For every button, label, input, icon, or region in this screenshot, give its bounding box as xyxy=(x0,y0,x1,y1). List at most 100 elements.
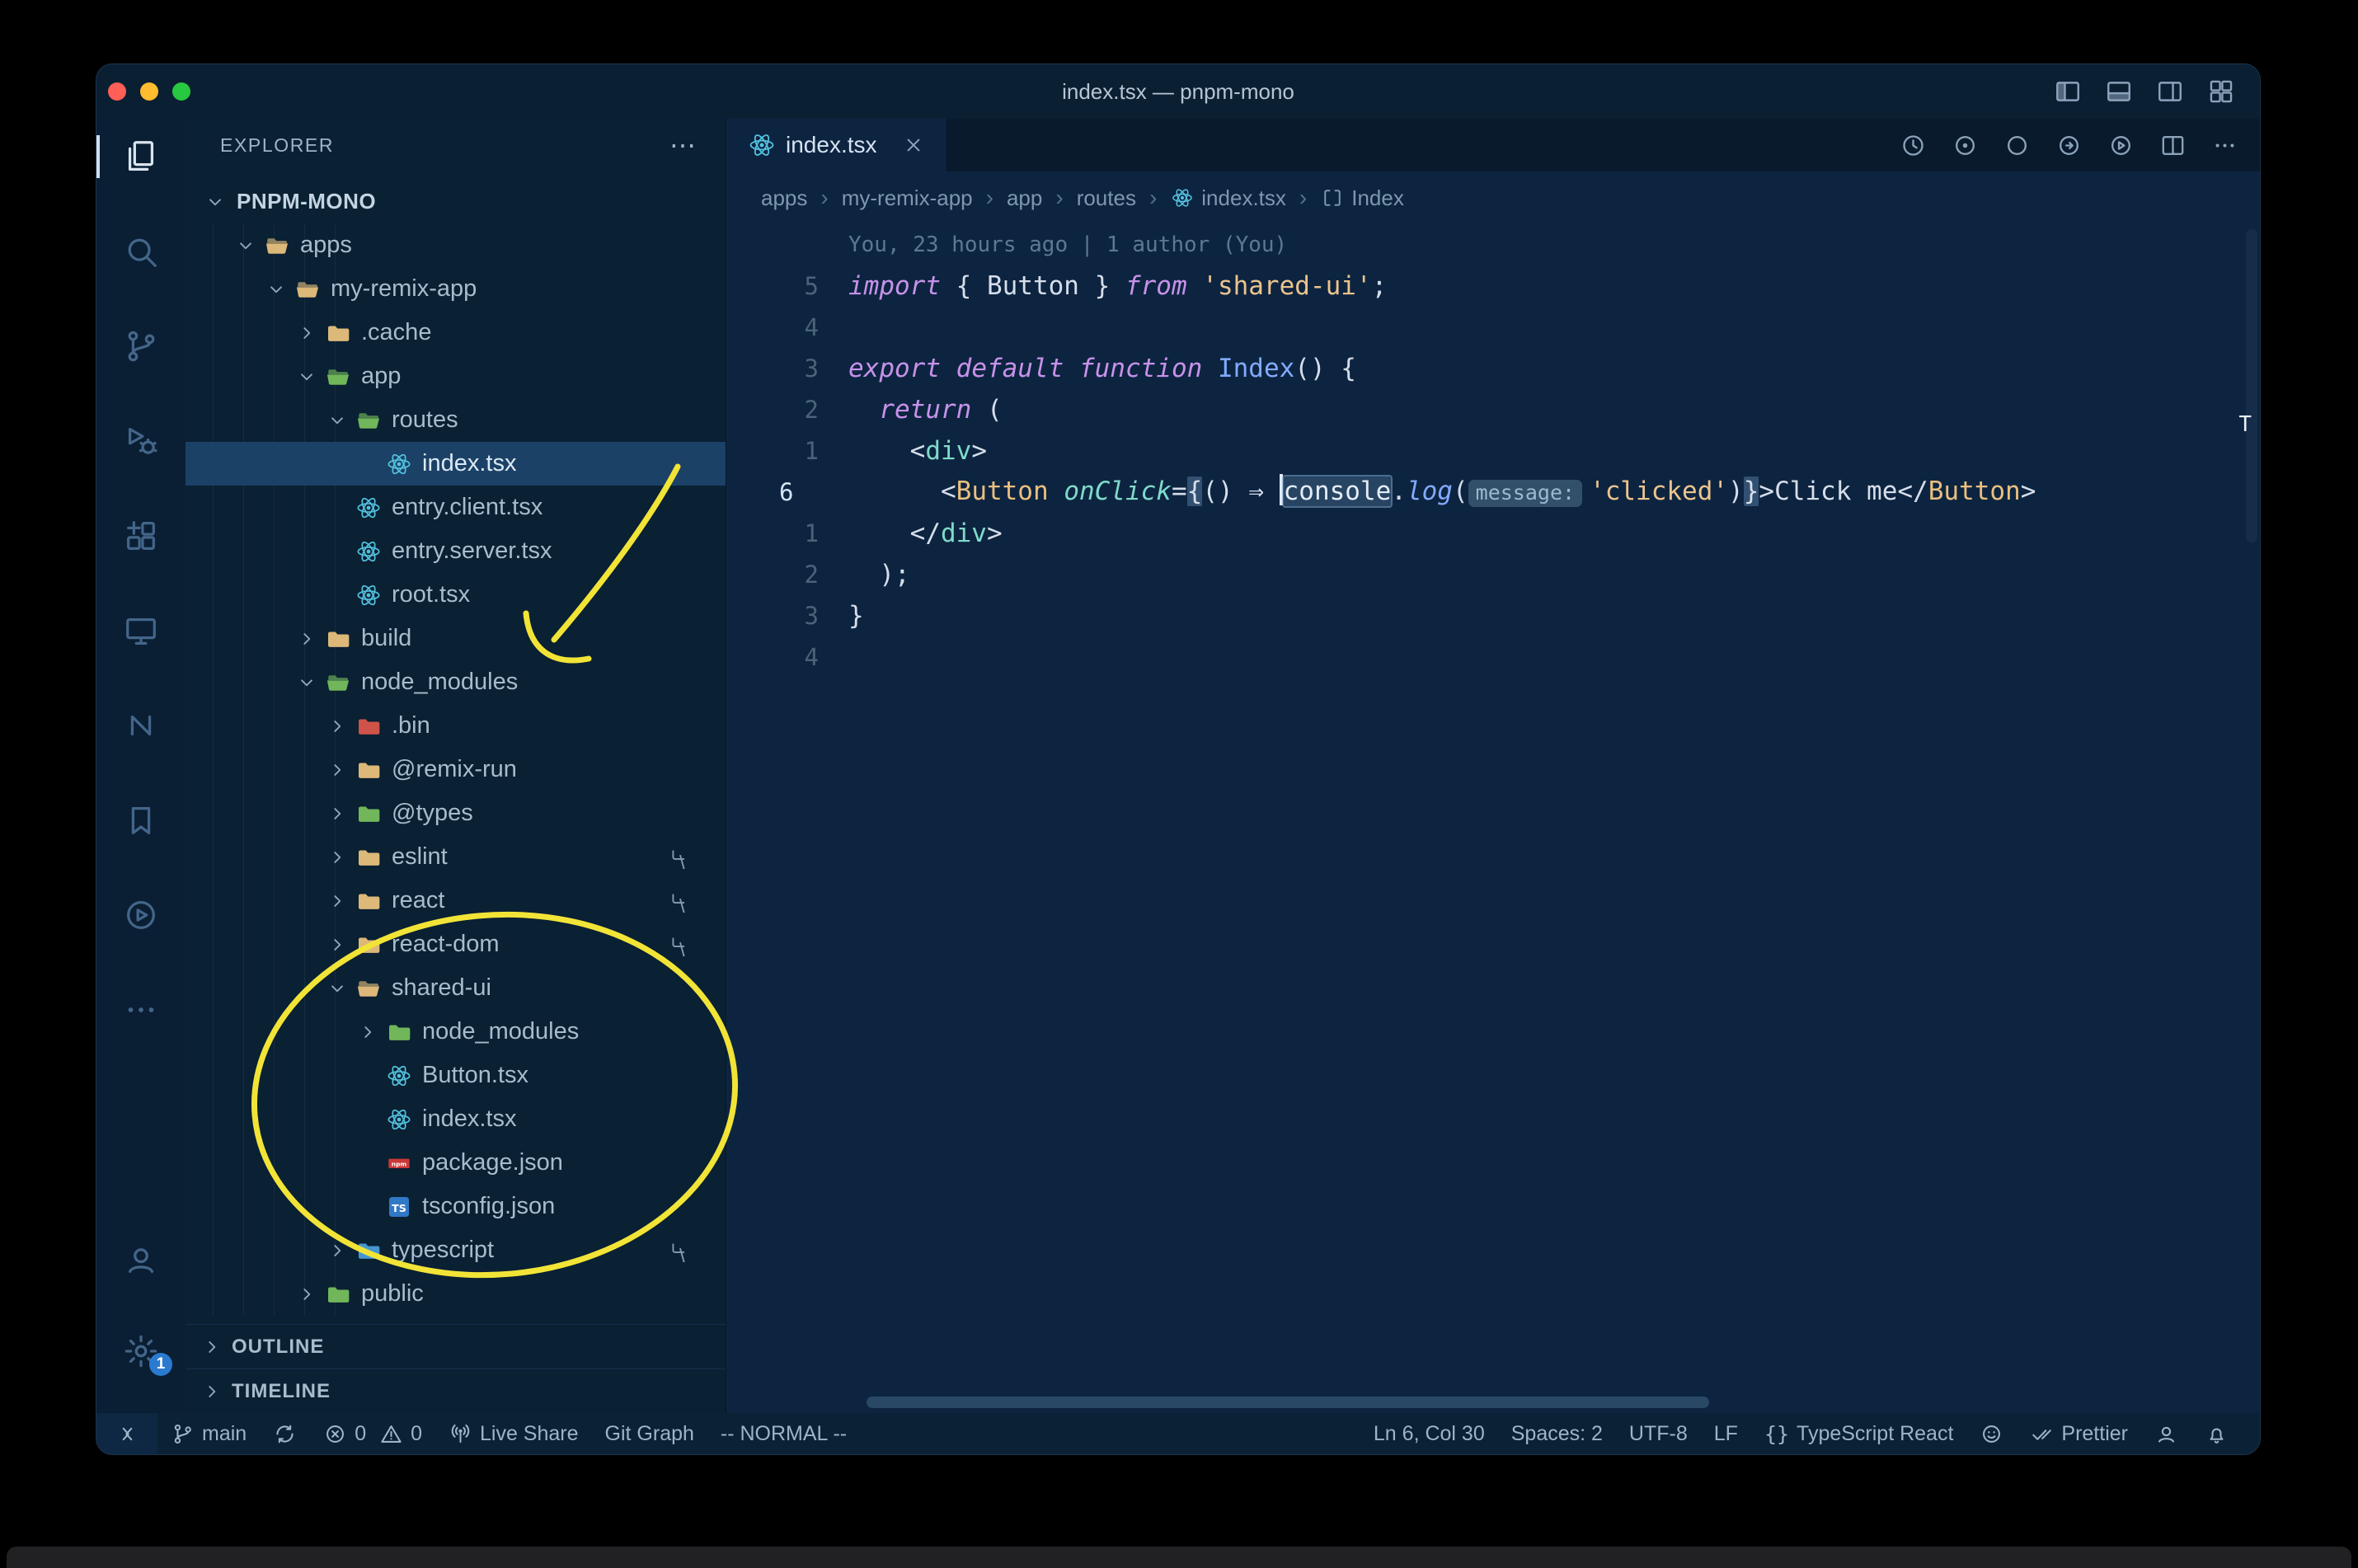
explorer-more-actions-icon[interactable]: ⋯ xyxy=(669,129,698,161)
tree-item-shared-ui[interactable]: shared-ui xyxy=(186,966,726,1010)
tree-item-react-dom[interactable]: react-dom xyxy=(186,922,726,966)
status-live-share[interactable]: Live Share xyxy=(435,1413,592,1454)
breadcrumb-apps[interactable]: apps xyxy=(761,185,807,211)
split-editor-icon[interactable] xyxy=(2159,132,2187,159)
horizontal-scrollbar[interactable] xyxy=(867,1397,1709,1408)
tree-item-remix-run[interactable]: @remix-run xyxy=(186,748,726,791)
status-indentation[interactable]: Spaces: 2 xyxy=(1498,1413,1616,1454)
breadcrumb-app[interactable]: app xyxy=(1007,185,1042,211)
timeline-section[interactable]: TIMELINE xyxy=(186,1368,726,1413)
tree-item-eslint[interactable]: eslint xyxy=(186,835,726,879)
outline-section[interactable]: OUTLINE xyxy=(186,1324,726,1368)
titlebar: index.tsx — pnpm-mono xyxy=(96,64,2260,119)
more-actions-icon[interactable] xyxy=(2211,132,2238,159)
code-editor[interactable]: You, 23 hours ago | 1 author (You) 5 impo… xyxy=(726,224,2260,1413)
tree-item-label: Button.tsx xyxy=(422,1062,528,1088)
tree-item-root-tsx[interactable]: root.tsx xyxy=(186,573,726,617)
activity-source-control-button[interactable] xyxy=(96,320,186,373)
line-number: 4 xyxy=(804,313,819,341)
zoom-window-button[interactable] xyxy=(172,82,190,101)
close-window-button[interactable] xyxy=(108,82,126,101)
status-errors[interactable]: 0 xyxy=(310,1413,379,1454)
breadcrumb-index[interactable]: Index xyxy=(1320,184,1404,212)
status-git-branch[interactable]: main xyxy=(157,1413,260,1454)
toggle-primary-sidebar-icon[interactable] xyxy=(2054,77,2082,106)
status-warnings[interactable]: 0 xyxy=(379,1413,435,1454)
vertical-scrollbar[interactable] xyxy=(2246,229,2257,542)
open-changes-icon[interactable] xyxy=(2055,132,2083,159)
tree-item-bin[interactable]: .bin xyxy=(186,704,726,748)
status-prettier[interactable]: Prettier xyxy=(2017,1413,2141,1454)
tree-item-cache[interactable]: .cache xyxy=(186,311,726,354)
close-tab-icon[interactable] xyxy=(902,134,925,157)
tree-item-index-tsx[interactable]: index.tsx xyxy=(186,442,726,486)
activity-accounts-button[interactable] xyxy=(96,1233,186,1286)
tree-item-pnpm-mono[interactable]: PNPM-MONO xyxy=(186,180,726,223)
tab-index-tsx[interactable]: index.tsx xyxy=(726,119,947,171)
code-line: 2 return ( xyxy=(726,389,2260,430)
toggle-panel-icon[interactable] xyxy=(2105,77,2133,106)
breadcrumb-index-tsx[interactable]: index.tsx xyxy=(1170,184,1286,212)
activity-bookmarks-button[interactable] xyxy=(96,794,186,847)
tree-item-entry-client-tsx[interactable]: entry.client.tsx xyxy=(186,486,726,529)
code-line: 6 <Button onClick={() ⇒ console.log(mess… xyxy=(726,472,2260,513)
tree-item-apps[interactable]: apps xyxy=(186,223,726,267)
activity-remote-explorer-button[interactable] xyxy=(96,604,186,657)
tree-item-index-tsx[interactable]: index.tsx xyxy=(186,1097,726,1141)
activity-live-share-button[interactable] xyxy=(96,889,186,941)
activity-nx-console-button[interactable] xyxy=(96,699,186,752)
status-git-graph[interactable]: Git Graph xyxy=(592,1413,707,1454)
status-cursor-position[interactable]: Ln 6, Col 30 xyxy=(1360,1413,1498,1454)
debug-icon xyxy=(122,422,160,460)
status-remote-indicator[interactable] xyxy=(96,1413,157,1454)
local-history-icon[interactable] xyxy=(1900,132,1927,159)
gitlens-annotate-icon[interactable] xyxy=(1952,132,1979,159)
status-remote-feedback[interactable] xyxy=(2141,1413,2191,1454)
activity-run-debug-button[interactable] xyxy=(96,415,186,467)
folder-icon xyxy=(352,406,385,434)
status-vim-mode[interactable]: -- NORMAL -- xyxy=(707,1413,860,1454)
explorer-title: EXPLORER xyxy=(220,134,335,156)
folder-icon xyxy=(322,669,355,697)
branch-icon xyxy=(171,1422,195,1446)
breadcrumb-routes[interactable]: routes xyxy=(1077,185,1136,211)
toggle-secondary-sidebar-icon[interactable] xyxy=(2156,77,2184,106)
status-tweet-feedback[interactable] xyxy=(1966,1413,2017,1454)
chevron-down-icon xyxy=(292,669,322,696)
monitor-icon xyxy=(122,612,160,650)
editor-actions xyxy=(1900,119,2260,171)
tree-item-react[interactable]: react xyxy=(186,879,726,922)
customize-layout-icon[interactable] xyxy=(2207,77,2235,106)
activity-search-button[interactable] xyxy=(96,225,186,278)
tree-item-build[interactable]: build xyxy=(186,617,726,660)
settings-badge: 1 xyxy=(149,1353,172,1376)
tree-item-package-json[interactable]: npm package.json xyxy=(186,1141,726,1185)
status-language-mode[interactable]: {} TypeScript React xyxy=(1751,1413,1966,1454)
tree-item-typescript[interactable]: typescript xyxy=(186,1228,726,1272)
tree-item-app[interactable]: app xyxy=(186,354,726,398)
breadcrumb-my-remix-app[interactable]: my-remix-app xyxy=(842,185,973,211)
folder-icon xyxy=(352,843,385,871)
activity-explorer-button[interactable] xyxy=(96,130,186,183)
tree-item-my-remix-app[interactable]: my-remix-app xyxy=(186,267,726,311)
activity-extensions-button[interactable] xyxy=(96,509,186,562)
toggle-blame-icon[interactable] xyxy=(2003,132,2031,159)
chevron-down-icon xyxy=(200,189,230,215)
minimize-window-button[interactable] xyxy=(140,82,158,101)
status-eol[interactable]: LF xyxy=(1701,1413,1751,1454)
tree-item-routes[interactable]: routes xyxy=(186,398,726,442)
tree-item-node-modules[interactable]: node_modules xyxy=(186,660,726,704)
tree-item-public[interactable]: public xyxy=(186,1272,726,1316)
smiley-icon xyxy=(1980,1422,2003,1446)
run-file-icon[interactable] xyxy=(2107,132,2135,159)
status-notifications[interactable] xyxy=(2191,1413,2242,1454)
status-encoding[interactable]: UTF-8 xyxy=(1616,1413,1701,1454)
tree-item-button-tsx[interactable]: Button.tsx xyxy=(186,1054,726,1097)
status-sync[interactable] xyxy=(260,1413,310,1454)
tree-item-node-modules[interactable]: node_modules xyxy=(186,1010,726,1054)
tree-item-types[interactable]: @types xyxy=(186,791,726,835)
activity-more-views-button[interactable] xyxy=(96,984,186,1036)
tree-item-entry-server-tsx[interactable]: entry.server.tsx xyxy=(186,529,726,573)
tree-item-tsconfig-json[interactable]: TS tsconfig.json xyxy=(186,1185,726,1228)
activity-settings-button[interactable]: 1 xyxy=(96,1325,186,1378)
